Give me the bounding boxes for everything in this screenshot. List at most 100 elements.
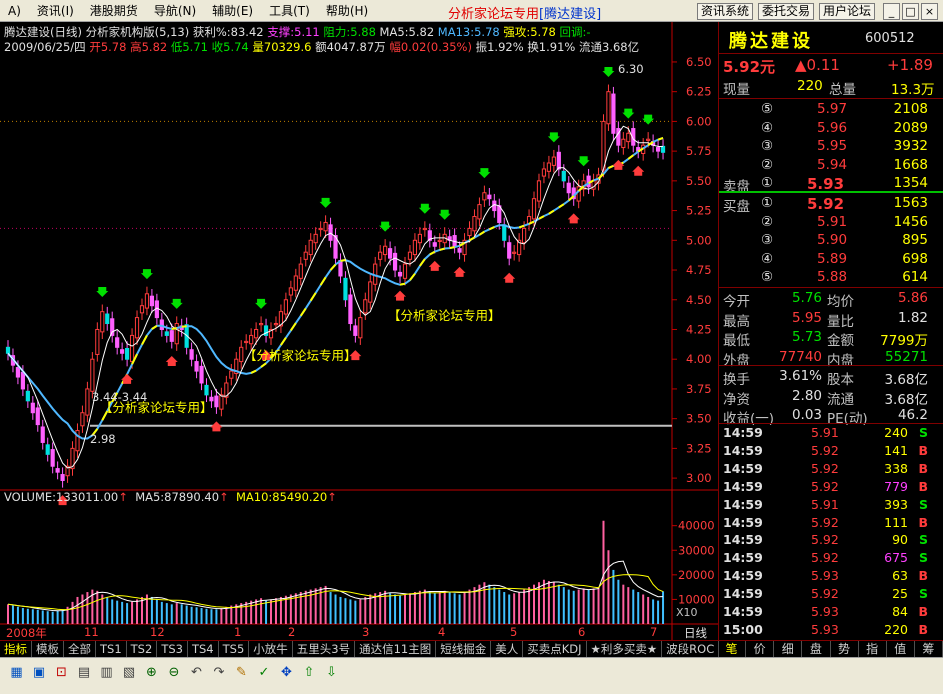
stat-value: 0.03: [791, 407, 822, 423]
close-button[interactable]: ×: [921, 3, 938, 20]
sell-signal-arrow: [438, 209, 451, 220]
amplitude-label: 振1.92%: [475, 40, 524, 54]
menu-item-tools[interactable]: 工具(T): [261, 2, 318, 19]
indicator-tab[interactable]: TS2: [127, 641, 158, 657]
list-icon[interactable]: ▧: [121, 664, 138, 681]
quote-tab[interactable]: 盘: [802, 641, 831, 657]
price-change: ▲0.11: [795, 56, 840, 74]
volume-bar: [250, 600, 253, 624]
indicator-tab[interactable]: TS1: [96, 641, 127, 657]
tick-price: 5.93: [811, 604, 839, 619]
candle-body: [105, 313, 110, 325]
bid-row[interactable]: 买盘 ① 5.92 1563: [719, 195, 943, 215]
close-label: 收5.74: [211, 40, 249, 54]
indicator-tab[interactable]: 短线掘金: [436, 641, 492, 657]
kline-chart-area[interactable]: 3.00 3.25 3.50 3.75 4.00 4.25 4.50 4.75 5.00 5.25…: [0, 22, 718, 640]
chart-icon[interactable]: ▦: [8, 664, 25, 681]
indicator-tab[interactable]: ★利多买卖★: [587, 641, 663, 657]
forward-icon[interactable]: ↷: [211, 664, 228, 681]
indicator-tab[interactable]: 波段ROC: [662, 641, 720, 657]
amount-label: 额4047.87万: [315, 40, 386, 54]
volume-bar: [389, 593, 392, 624]
f10-icon[interactable]: ⊡: [53, 664, 70, 681]
quote-tab[interactable]: 指: [859, 641, 887, 657]
quote-tab[interactable]: 笔: [718, 641, 747, 657]
volume-bar: [374, 593, 377, 624]
trade-button[interactable]: 委托交易: [758, 3, 815, 20]
indicator-tab[interactable]: 美人: [491, 641, 524, 657]
volume-bar: [369, 594, 372, 624]
bid-row[interactable]: ④ 5.89 698: [719, 251, 943, 270]
candle-body: [159, 319, 164, 330]
candle-body: [149, 295, 155, 307]
move-icon[interactable]: ✥: [278, 664, 295, 681]
stat-value: 1.82: [897, 309, 928, 326]
volume-bar: [364, 596, 367, 624]
candle-body: [482, 192, 487, 201]
volume-bar: [567, 589, 570, 624]
window-icon[interactable]: ▣: [31, 664, 48, 681]
ask-row[interactable]: ④ 5.96 2089: [719, 120, 943, 139]
menu-item-help[interactable]: 帮助(H): [318, 2, 376, 19]
pencil-icon[interactable]: ✎: [233, 664, 250, 681]
bar-icon[interactable]: ▥: [98, 664, 115, 681]
candle-body: [288, 287, 293, 296]
ask-row[interactable]: ⑤ 5.97 2108: [719, 101, 943, 120]
bid-level: ③: [761, 232, 774, 248]
strong-label: 强攻:5.78: [503, 25, 556, 39]
ma13-rising-segment: [439, 247, 445, 251]
ask-row[interactable]: ③ 5.95 3932: [719, 138, 943, 157]
stat-label: 均价: [827, 294, 854, 310]
menu-item-hk-futures[interactable]: 港股期货: [82, 2, 146, 19]
bid-row[interactable]: ⑤ 5.88 614: [719, 269, 943, 288]
down-icon[interactable]: ⇩: [323, 664, 340, 681]
minimize-button[interactable]: _: [883, 3, 900, 20]
quote-tab[interactable]: 价: [746, 641, 775, 657]
zoom-out-icon[interactable]: ⊖: [166, 664, 183, 681]
indicator-tab[interactable]: TS4: [188, 641, 219, 657]
bid-row[interactable]: ② 5.91 1456: [719, 214, 943, 233]
indicator-tab[interactable]: 五里头3号: [293, 641, 356, 657]
stat-value: 5.76: [791, 290, 822, 306]
indicator-tab[interactable]: TS3: [157, 641, 188, 657]
zoom-in-icon[interactable]: ⊕: [143, 664, 160, 681]
info-system-button[interactable]: 资讯系统: [697, 3, 754, 20]
indicator-tab[interactable]: 小放牛: [249, 641, 293, 657]
volume-bar: [7, 604, 9, 624]
menu-item-a[interactable]: A): [0, 4, 29, 18]
indicator-tab[interactable]: 买卖点KDJ: [523, 641, 587, 657]
candle-body: [497, 205, 502, 223]
volume-row: 现量 220 总量 13.3万: [719, 78, 943, 98]
ask-row[interactable]: ② 5.94 1668: [719, 157, 943, 176]
quote-tab[interactable]: 势: [831, 641, 859, 657]
maximize-button[interactable]: □: [902, 3, 919, 20]
indicator-tabs: 指标 模板 全部 TS1 TS2 TS3 TS4 TS5 小放牛 五里头3号 通达信11主图 短线掘金…: [0, 640, 720, 657]
volume-bar: [582, 588, 585, 624]
indicator-tab[interactable]: 模板: [32, 641, 64, 657]
quote-tab[interactable]: 细: [774, 641, 803, 657]
menu-item-assist[interactable]: 辅助(E): [204, 2, 261, 19]
check-icon[interactable]: ✓: [256, 664, 273, 681]
indicator-tab[interactable]: 通达信11主图: [355, 641, 437, 657]
ask-level: ④: [761, 119, 774, 136]
menu-item-info[interactable]: 资讯(I): [29, 2, 82, 19]
back-icon[interactable]: ↶: [188, 664, 205, 681]
volume-bar: [71, 601, 74, 624]
menu-item-navigate[interactable]: 导航(N): [146, 2, 204, 19]
bid-row[interactable]: ③ 5.90 895: [719, 232, 943, 251]
volume-bar: [116, 600, 119, 624]
indicator-tab[interactable]: 指标: [0, 641, 32, 657]
indicator-tab[interactable]: TS5: [219, 641, 250, 657]
quote-tab[interactable]: 筹: [915, 641, 943, 657]
stat-row: 净资 2.80 流通 3.68亿: [719, 388, 943, 408]
grid-icon[interactable]: ▤: [76, 664, 93, 681]
volume-bar: [394, 594, 397, 624]
forum-button[interactable]: 用户论坛: [819, 3, 876, 20]
volume-bar: [433, 593, 436, 624]
up-icon[interactable]: ⇧: [301, 664, 318, 681]
quote-tab[interactable]: 值: [887, 641, 915, 657]
kline-chart: 3.00 3.25 3.50 3.75 4.00 4.25 4.50 4.75 5.00 5.25…: [0, 22, 718, 640]
indicator-tab[interactable]: 全部: [64, 641, 96, 657]
buy-signal-arrow: [210, 421, 223, 432]
period-label[interactable]: 日线: [684, 625, 707, 641]
